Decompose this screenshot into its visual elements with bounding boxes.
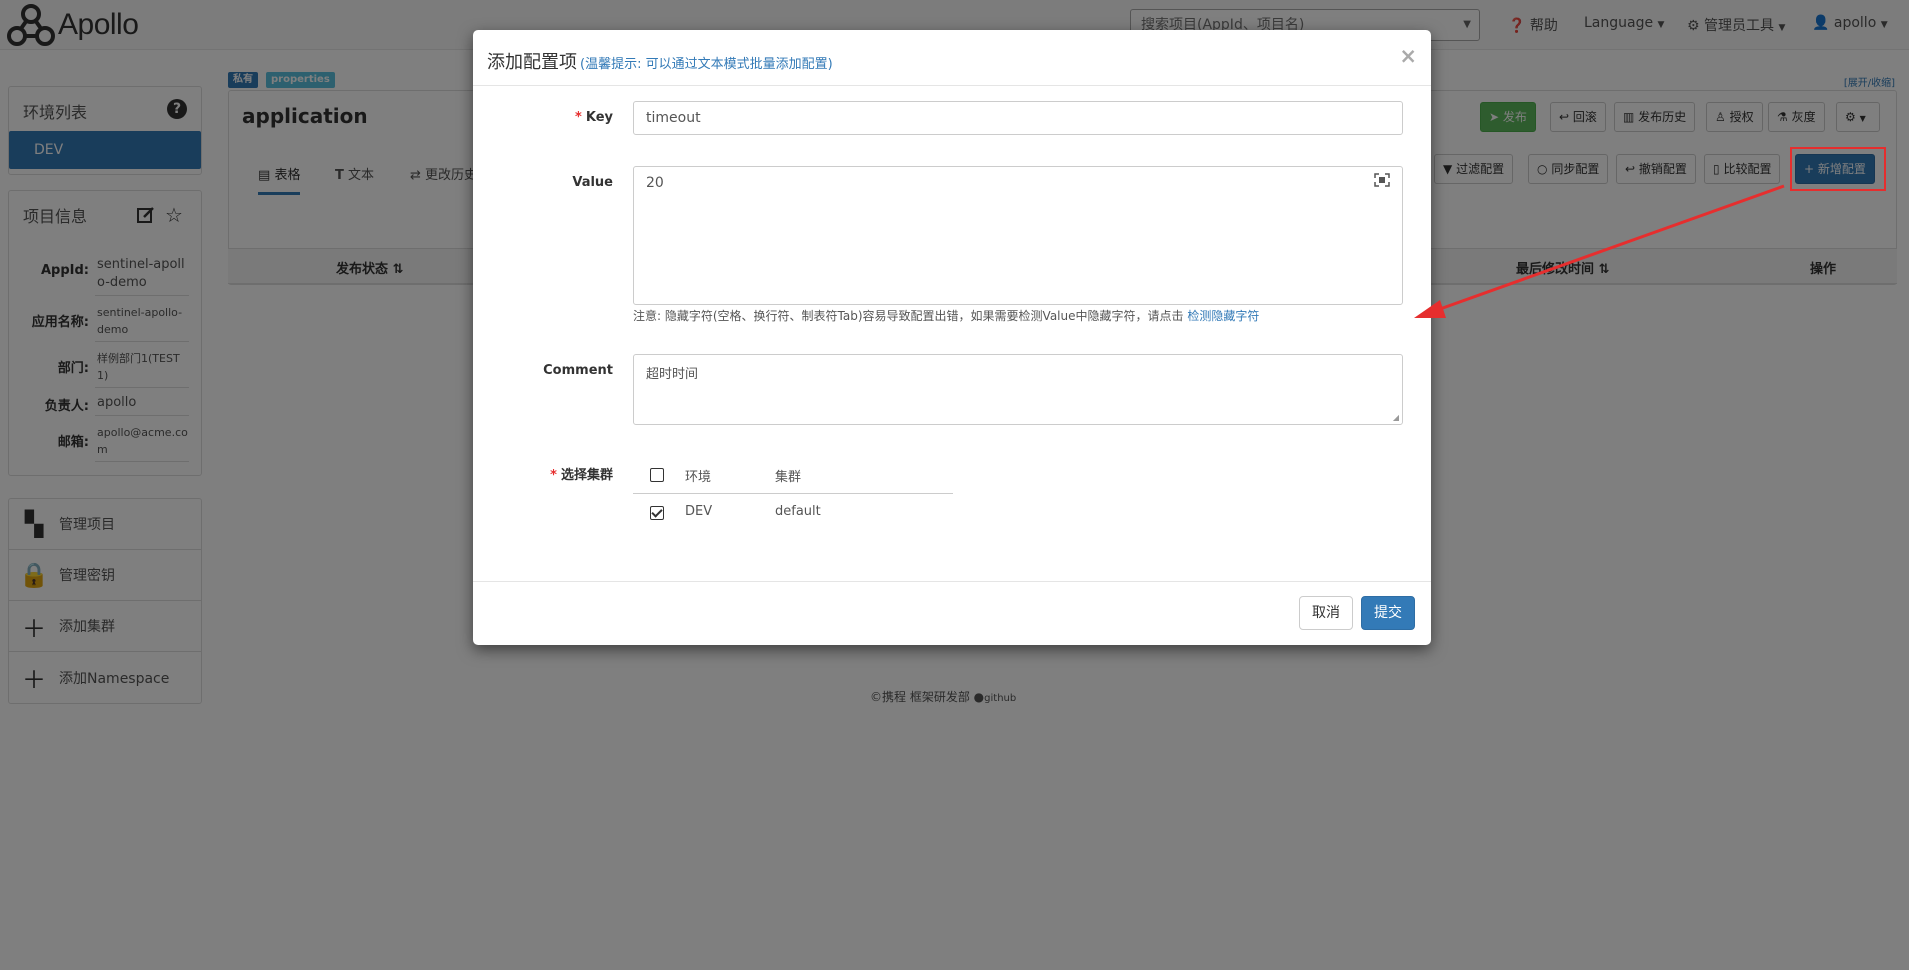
annotation-arrow — [1414, 184, 1785, 318]
